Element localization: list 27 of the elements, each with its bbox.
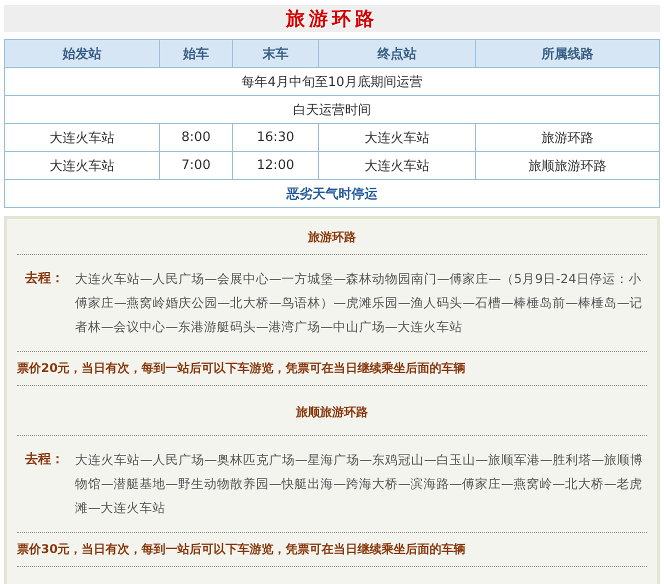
table-cell: 大连火车站 [318, 124, 476, 152]
table-cell: 白天运营时间 [4, 96, 660, 124]
table-cell: 8:00 [160, 124, 232, 152]
table-cell: 旅顺旅游环路 [476, 152, 660, 180]
ticket-info: 票价20元，当日有次，每到一站后可以下车游览，凭票可在当日继续乘坐后面的车辆 [17, 360, 467, 377]
table-cell: 12:00 [232, 152, 318, 180]
table-cell: 7:00 [160, 152, 232, 180]
column-header: 末车 [232, 40, 318, 68]
page-title: 旅游环路 [286, 6, 378, 32]
ticket-info: 票价30元，当日有次，每到一站后可以下车游览，凭票可在当日继续乘坐后面的车辆 [17, 541, 467, 558]
table-cell: 16:30 [232, 124, 318, 152]
route-stops: 大连火车站—人民广场—会展中心—一方城堡—森林动物园南门—傅家庄—（5月9日-24日停运：小傅家庄—燕窝岭婚庆公园—北大桥—鸟语林）—虎滩乐园—渔人码头—石槽—棒棰岛前—棒棰岛—记者林—会议中心—东港游艇码头—港湾广场—中山广场—大连火车站 [75, 270, 644, 336]
column-header: 终点站 [318, 40, 476, 68]
table-cell: 大连火车站 [318, 152, 476, 180]
direction-label: 去程： [25, 270, 65, 288]
column-header: 始发站 [4, 40, 160, 68]
route-name: 旅游环路 [306, 229, 357, 246]
direction-label: 去程： [25, 451, 65, 469]
table-cell: 每年4月中旬至10月底期间运营 [4, 68, 660, 96]
table-cell: 大连火车站 [4, 152, 160, 180]
table-cell: 旅游环路 [476, 124, 660, 152]
route-stops: 大连火车站—人民广场—奥林匹克广场—星海广场—东鸡冠山—白玉山—旅顺军港—胜利塔—旅顺博物馆—潜艇基地—野生动物散养园—快艇出海—跨海大桥—滨海路—傅家庄—燕窝岭—北大桥—老虎滩—大连火车站 [75, 451, 644, 517]
table-cell: 大连火车站 [4, 124, 160, 152]
table-cell: 恶劣天气时停运 [4, 180, 660, 208]
column-header: 始车 [160, 40, 232, 68]
column-header: 所属线路 [476, 40, 660, 68]
route-name: 旅顺旅游环路 [294, 404, 369, 421]
